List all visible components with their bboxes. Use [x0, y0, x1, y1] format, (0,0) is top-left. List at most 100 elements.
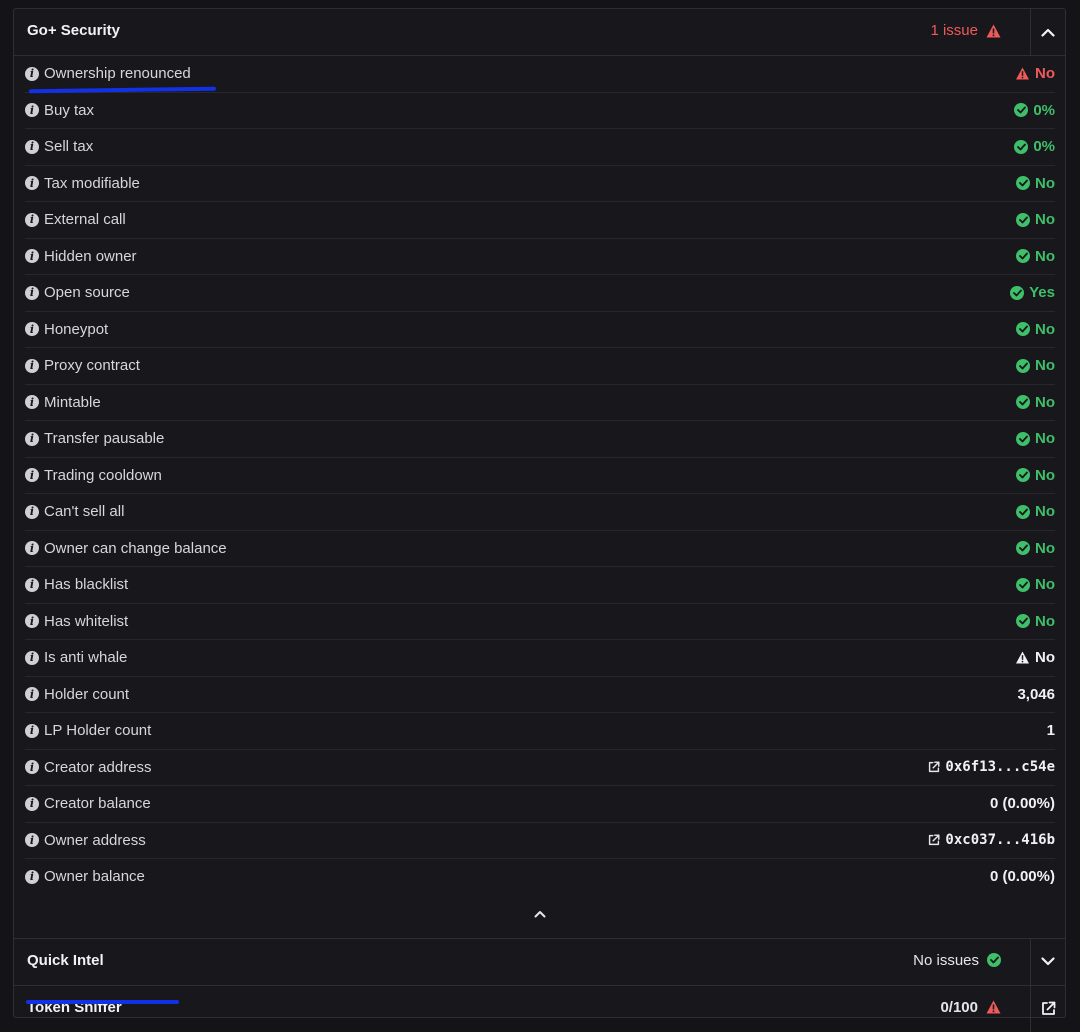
row-value-group: 0% — [1014, 138, 1055, 155]
goplus-collapse-bar[interactable] — [14, 890, 1065, 939]
info-icon[interactable]: i — [25, 614, 39, 629]
check-circle-icon — [1016, 322, 1030, 337]
check-circle-icon — [987, 953, 1001, 967]
chevron-up-icon — [1041, 28, 1055, 37]
row-value-group: No — [1016, 321, 1055, 338]
table-row: i Can't sell all No — [25, 494, 1055, 531]
warning-icon — [1015, 67, 1030, 80]
row-label-group: i Hidden owner — [25, 248, 137, 265]
row-value: 0 (0.00%) — [989, 795, 1055, 813]
info-icon[interactable]: i — [25, 541, 39, 556]
row-value-group: No — [1016, 576, 1055, 593]
info-icon[interactable]: i — [25, 322, 39, 337]
row-label: Tax modifiable — [44, 174, 140, 192]
row-value: No — [1035, 247, 1055, 265]
row-value-group: No — [1016, 357, 1055, 374]
info-icon[interactable]: i — [25, 431, 39, 446]
row-label: Proxy contract — [44, 357, 140, 375]
info-icon[interactable]: i — [25, 577, 39, 592]
row-value: 0x6f13...c54e — [945, 759, 1055, 776]
table-row: i Open source Yes — [25, 275, 1055, 312]
check-circle-icon — [1016, 541, 1030, 556]
external-link-icon[interactable] — [928, 761, 940, 773]
row-label-group: i Proxy contract — [25, 357, 140, 374]
row-value: 0xc037...416b — [945, 832, 1055, 849]
row-value-group: 1 — [1047, 722, 1055, 739]
row-value-group: Yes — [1010, 284, 1055, 301]
row-value-group[interactable]: 0xc037...416b — [928, 832, 1055, 848]
table-row: i Honeypot No — [25, 312, 1055, 348]
row-value-group: 0 (0.00%) — [990, 868, 1055, 885]
quick-intel-header[interactable]: Quick Intel No issues — [14, 938, 1065, 986]
row-label-group: i Trading cooldown — [25, 467, 162, 484]
row-label-group: i Owner address — [25, 832, 146, 849]
external-link-icon[interactable] — [928, 834, 940, 846]
row-value: No — [1035, 65, 1055, 83]
row-label-group: i Is anti whale — [25, 649, 127, 666]
row-value-group: No — [1016, 248, 1055, 265]
row-value-group: No — [1016, 211, 1055, 228]
row-value: No — [1035, 649, 1055, 667]
row-label: Owner can change balance — [44, 539, 227, 557]
info-icon[interactable]: i — [25, 796, 39, 811]
row-value: 0% — [1033, 138, 1055, 156]
goplus-header[interactable]: Go+ Security 1 issue — [14, 9, 1065, 56]
row-label: Owner address — [44, 831, 146, 849]
row-label: Holder count — [44, 685, 130, 703]
info-icon[interactable]: i — [25, 723, 39, 738]
row-label-group: i Buy tax — [25, 102, 94, 119]
row-label: Hidden owner — [44, 247, 137, 265]
row-value: 3,046 — [1017, 685, 1055, 703]
row-value-group: No — [1016, 613, 1055, 630]
token-sniffer-open-link[interactable] — [1030, 985, 1065, 1032]
table-row: i Sell tax 0% — [25, 129, 1055, 166]
info-icon[interactable]: i — [25, 212, 39, 227]
info-icon[interactable]: i — [25, 103, 39, 118]
table-row: i External call No — [25, 202, 1055, 239]
info-icon[interactable]: i — [25, 468, 39, 483]
row-label-group: i Sell tax — [25, 138, 93, 155]
info-icon[interactable]: i — [25, 760, 39, 775]
quick-intel-expand-toggle[interactable] — [1030, 938, 1065, 985]
row-label-group: i Ownership renounced — [25, 65, 191, 82]
row-label-group: i Tax modifiable — [25, 175, 140, 192]
info-icon[interactable]: i — [25, 249, 39, 264]
table-row: i Has whitelist No — [25, 604, 1055, 640]
info-icon[interactable]: i — [25, 687, 39, 702]
goplus-title: Go+ Security — [27, 22, 120, 39]
table-row: i Creator balance 0 (0.00%) — [25, 786, 1055, 823]
info-icon[interactable]: i — [25, 285, 39, 300]
info-icon[interactable]: i — [25, 176, 39, 191]
row-value: No — [1035, 357, 1055, 375]
row-label-group: i Has blacklist — [25, 576, 128, 593]
info-icon[interactable]: i — [25, 504, 39, 519]
info-icon[interactable]: i — [25, 139, 39, 154]
chevron-up-icon — [534, 910, 545, 917]
row-label-group: i Transfer pausable — [25, 430, 164, 447]
token-sniffer-header[interactable]: Token Sniffer 0/100 — [14, 985, 1065, 1032]
row-label: Honeypot — [44, 320, 109, 338]
check-circle-icon — [1014, 139, 1029, 154]
row-value: No — [1035, 320, 1055, 338]
goplus-collapse-toggle[interactable] — [1030, 9, 1065, 55]
row-label-group: i Holder count — [25, 686, 129, 703]
goplus-rows: i Ownership renounced No i Buy tax 0% i Sell ta… — [14, 56, 1065, 895]
info-icon[interactable]: i — [25, 395, 39, 410]
security-panel-frame: Go+ Security 1 issue i Ownership renounce… — [13, 8, 1066, 1032]
row-value-group: 0 (0.00%) — [990, 795, 1055, 812]
info-icon[interactable]: i — [25, 358, 39, 373]
info-icon[interactable]: i — [25, 833, 39, 848]
row-value: No — [1035, 539, 1055, 557]
info-icon[interactable]: i — [25, 66, 39, 81]
row-value: 0 (0.00%) — [989, 868, 1055, 886]
row-value-group[interactable]: 0x6f13...c54e — [928, 759, 1055, 775]
row-label: Mintable — [44, 393, 101, 411]
table-row: i Trading cooldown No — [25, 458, 1055, 494]
token-sniffer-score-text: 0/100 — [940, 998, 978, 1016]
row-value: No — [1035, 393, 1055, 411]
table-row: i Has blacklist No — [25, 567, 1055, 604]
goplus-issue-status: 1 issue — [930, 22, 1001, 39]
info-icon[interactable]: i — [25, 650, 39, 665]
info-icon[interactable]: i — [25, 869, 39, 884]
check-circle-icon — [1016, 468, 1030, 483]
